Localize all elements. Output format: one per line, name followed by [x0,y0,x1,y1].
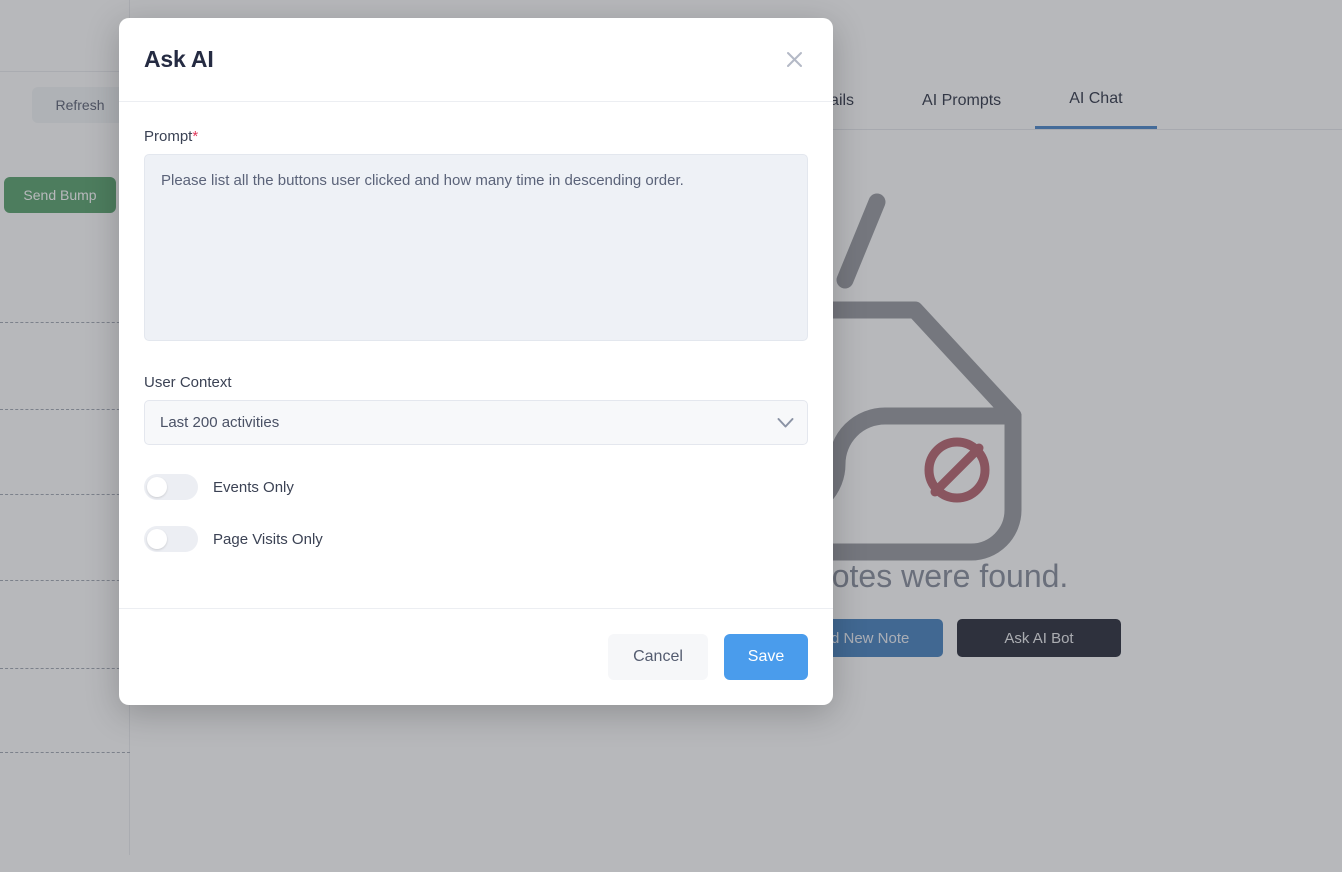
modal-overlay[interactable]: Ask AI Prompt* User Context [0,0,1342,872]
dialog-body: Prompt* User Context Last 200 activities [119,102,833,608]
dialog-header: Ask AI [119,18,833,102]
cancel-button[interactable]: Cancel [608,634,708,680]
dialog-title: Ask AI [144,46,214,72]
prompt-field-label: Prompt* [144,128,808,145]
events-only-row: Events Only [144,474,808,500]
events-only-toggle[interactable] [144,474,198,500]
close-icon-glyph [786,52,802,67]
user-context-label: User Context [144,374,232,391]
dialog-footer: Cancel Save [119,608,833,705]
ask-ai-dialog: Ask AI Prompt* User Context [119,18,833,705]
page-visits-only-toggle[interactable] [144,526,198,552]
toggle-knob [147,477,167,497]
page-visits-only-row: Page Visits Only [144,526,808,552]
required-marker: * [192,128,199,145]
user-context-select[interactable]: Last 200 activities [144,400,808,445]
prompt-input[interactable] [144,154,808,341]
events-only-label: Events Only [213,478,294,496]
user-context-select-wrap: Last 200 activities [144,400,808,445]
prompt-label-text: Prompt [144,128,193,145]
toggle-knob [147,529,167,549]
page-visits-only-label: Page Visits Only [213,530,323,548]
close-icon[interactable] [779,45,809,75]
save-button[interactable]: Save [724,634,808,680]
